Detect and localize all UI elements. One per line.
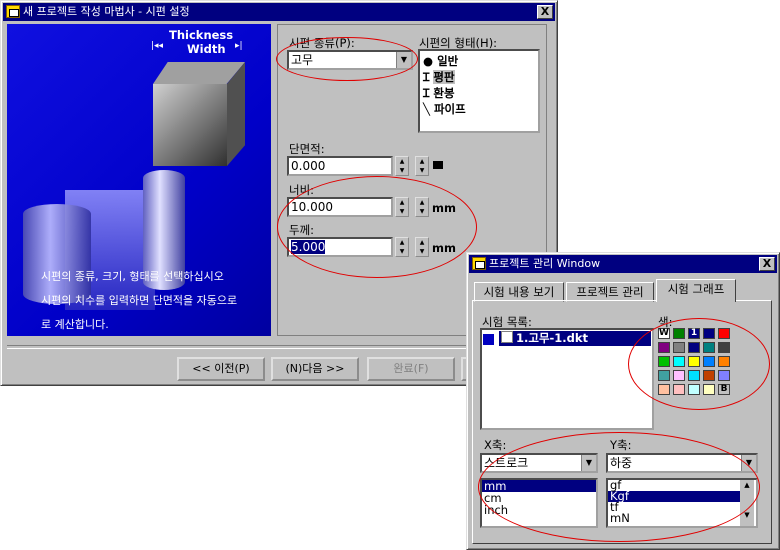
checkbox[interactable]	[501, 331, 513, 343]
thickness-spin-button-2[interactable]: ▲ ▼	[415, 237, 429, 257]
area-input[interactable]: 0.000	[287, 156, 393, 176]
tab-test-graph[interactable]: 시험 그래프	[656, 279, 736, 302]
xaxis-select[interactable]: 스트로크 ▼	[480, 453, 598, 473]
app-icon	[6, 5, 20, 18]
color-swatch[interactable]	[703, 328, 715, 339]
color-swatch[interactable]	[658, 384, 670, 395]
project-titlebar[interactable]: 프로젝트 관리 Window X	[469, 255, 777, 273]
wizard-titlebar[interactable]: 새 프로젝트 작성 마법사 - 시편 설정 X	[3, 3, 555, 21]
desc-line-1: 시편의 종류, 크기, 형태를 선택하십시오	[41, 270, 224, 283]
chevron-down-icon[interactable]: ▼	[741, 455, 756, 471]
width-label: Width	[187, 42, 226, 56]
list-item[interactable]: Ɪ 평판	[423, 69, 535, 85]
close-button[interactable]: X	[759, 257, 775, 271]
color-swatch[interactable]	[673, 356, 685, 367]
specimen-type-select[interactable]: 고무 ▼	[287, 50, 413, 70]
list-item[interactable]: inch	[482, 504, 596, 516]
list-item[interactable]: Ɪ 환봉	[423, 85, 535, 101]
area-label: 단면적:	[289, 142, 325, 156]
color-swatch[interactable]: 1	[688, 328, 700, 339]
app-icon	[472, 257, 486, 270]
color-swatch[interactable]	[703, 384, 715, 395]
shape-general-icon: ●	[423, 54, 434, 68]
test-item-marker	[483, 334, 494, 345]
xaxis-unit-list[interactable]: mm cm inch	[480, 478, 598, 528]
specimen-type-value: 고무	[291, 53, 314, 67]
illustration-panel: Thickness Width |◂◂ ▸| 시편의 종류, 크기, 형태를 선…	[7, 24, 271, 336]
xaxis-value: 스트로크	[484, 456, 529, 470]
list-item[interactable]: ╲ 파이프	[423, 101, 535, 117]
yaxis-value: 하중	[610, 456, 633, 470]
thickness-label-field: 두께:	[289, 223, 315, 237]
scrollbar[interactable]: ▲ ▼	[740, 480, 754, 526]
desc-line-3: 로 계산합니다.	[41, 318, 109, 331]
color-swatch[interactable]: B	[718, 384, 730, 395]
area-spin-button-2[interactable]: ▲ ▼	[415, 156, 429, 176]
area-spin-button[interactable]: ▲ ▼	[395, 156, 409, 176]
color-swatch[interactable]	[718, 342, 730, 353]
specimen-type-label: 시편 종류(P):	[289, 36, 355, 50]
specimen-shape-list[interactable]: ● 일반 Ɪ 평판 Ɪ 환봉 ╲ 파이프	[418, 49, 540, 133]
width-arrow-left-icon: |◂◂	[151, 41, 164, 51]
color-swatch[interactable]: W	[658, 328, 670, 339]
thickness-input[interactable]: 5.000	[287, 237, 393, 257]
color-swatch[interactable]	[673, 342, 685, 353]
color-swatch[interactable]	[673, 370, 685, 381]
color-swatch[interactable]	[688, 384, 700, 395]
shape-pipe-icon: ╲	[423, 102, 430, 116]
shape-plate-icon: Ɪ	[423, 70, 430, 84]
color-swatch[interactable]	[658, 370, 670, 381]
color-swatch[interactable]	[688, 370, 700, 381]
color-swatch[interactable]	[718, 328, 730, 339]
color-swatch[interactable]	[718, 370, 730, 381]
width-arrow-right-icon: ▸|	[235, 41, 243, 51]
color-swatch[interactable]	[718, 356, 730, 367]
color-swatch[interactable]	[688, 356, 700, 367]
chevron-down-icon[interactable]: ▼	[581, 455, 596, 471]
color-swatch[interactable]	[658, 356, 670, 367]
color-swatch[interactable]	[673, 384, 685, 395]
color-swatch[interactable]	[703, 356, 715, 367]
color-swatch[interactable]	[688, 342, 700, 353]
finish-button[interactable]: 완료(F)	[367, 357, 455, 381]
desc-line-2: 시편의 치수를 입력하면 단면적을 자동으로	[41, 294, 238, 307]
color-swatch[interactable]	[658, 342, 670, 353]
thickness-unit: mm	[432, 241, 456, 255]
thickness-value: 5.000	[291, 240, 326, 254]
color-swatch[interactable]	[703, 370, 715, 381]
tab-test-view[interactable]: 시험 내용 보기	[474, 282, 564, 302]
next-button[interactable]: (N)다음 >>	[271, 357, 359, 381]
yaxis-label: Y축:	[610, 438, 632, 452]
close-button[interactable]: X	[537, 5, 553, 19]
tab-project-manage[interactable]: 프로젝트 관리	[566, 282, 654, 302]
color-swatch[interactable]	[703, 342, 715, 353]
yaxis-unit-list[interactable]: gf Kgf tf mN	[606, 478, 758, 528]
width-label-field: 너비:	[289, 183, 315, 197]
project-title: 프로젝트 관리 Window	[489, 257, 601, 270]
width-spin-button[interactable]: ▲ ▼	[395, 197, 409, 217]
test-list-item[interactable]: 1.고무-1.dkt	[499, 331, 651, 346]
calculator-icon[interactable]	[433, 161, 443, 169]
width-unit: mm	[432, 201, 456, 215]
chevron-down-icon[interactable]: ▼	[396, 52, 411, 68]
color-swatch[interactable]	[673, 328, 685, 339]
yaxis-select[interactable]: 하중 ▼	[606, 453, 758, 473]
width-spin-button-2[interactable]: ▲ ▼	[415, 197, 429, 217]
thickness-spin-button[interactable]: ▲ ▼	[395, 237, 409, 257]
list-item[interactable]: mN	[608, 512, 756, 524]
list-item[interactable]: ● 일반	[423, 53, 535, 69]
list-item[interactable]: tf	[608, 501, 756, 513]
color-palette[interactable]: W 1 B	[658, 328, 738, 408]
prev-button[interactable]: << 이전(P)	[177, 357, 265, 381]
block-shape	[153, 84, 227, 166]
xaxis-label: X축:	[484, 438, 507, 452]
shape-rod-icon: Ɪ	[423, 86, 430, 100]
list-item[interactable]: gf	[608, 479, 756, 491]
thickness-label: Thickness	[169, 28, 234, 42]
width-input[interactable]: 10.000	[287, 197, 393, 217]
wizard-title: 새 프로젝트 작성 마법사 - 시편 설정	[23, 5, 190, 18]
list-item[interactable]: Kgf	[608, 490, 742, 502]
cylinder-large	[23, 204, 91, 304]
